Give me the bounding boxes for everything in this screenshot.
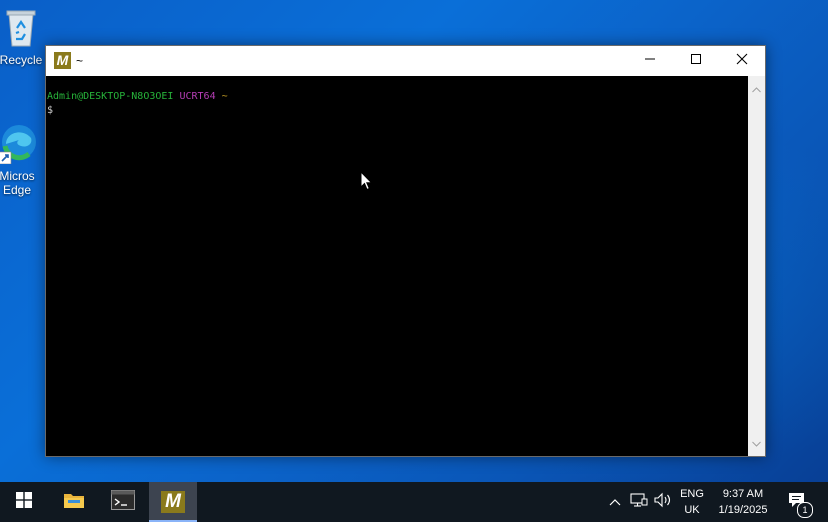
notification-count: 1	[802, 505, 808, 515]
scroll-down-arrow-icon[interactable]	[752, 434, 761, 452]
scroll-up-arrow-icon[interactable]	[752, 80, 761, 98]
msys2-terminal-window[interactable]: M ~ Admin@DESKTOP-N8O3OEI UCRT64 ~ $	[45, 45, 766, 457]
maximize-button[interactable]	[673, 46, 719, 76]
network-icon	[630, 492, 648, 513]
volume-button[interactable]	[653, 482, 673, 522]
clock-date: 1/19/2025	[718, 504, 768, 516]
taskbar: M ENG UK 9:37 AM 1/19/2025	[0, 482, 828, 522]
close-icon	[736, 52, 748, 70]
terminal-area[interactable]: Admin@DESKTOP-N8O3OEI UCRT64 ~ $	[46, 76, 748, 456]
window-titlebar[interactable]: M ~	[46, 46, 765, 76]
taskbar-file-explorer[interactable]	[50, 482, 98, 522]
prompt-user-host: Admin@DESKTOP-N8O3OEI	[47, 91, 174, 102]
input-language-button[interactable]: ENG UK	[677, 486, 707, 518]
mouse-pointer-icon	[360, 170, 374, 196]
prompt-env: UCRT64	[179, 91, 216, 102]
vertical-scrollbar[interactable]	[748, 76, 765, 456]
close-button[interactable]	[719, 46, 765, 76]
show-hidden-icons-button[interactable]	[606, 482, 624, 522]
terminal-icon	[111, 489, 135, 515]
clock-button[interactable]: 9:37 AM 1/19/2025	[712, 486, 774, 518]
language-code: ENG	[680, 488, 704, 500]
language-region: UK	[684, 504, 700, 516]
prompt-path: ~	[221, 91, 228, 102]
maximize-icon	[690, 52, 702, 70]
file-explorer-icon	[63, 491, 85, 514]
prompt-line: Admin@DESKTOP-N8O3OEI UCRT64 ~	[47, 90, 228, 104]
desktop-icon-label: Micros Edge	[0, 169, 35, 197]
notification-count-badge: 1	[797, 502, 813, 518]
network-button[interactable]	[629, 482, 649, 522]
speaker-icon	[654, 492, 672, 513]
window-title: ~	[76, 54, 84, 68]
msys2-icon: M	[161, 491, 185, 513]
prompt-input-line[interactable]: $	[47, 104, 53, 118]
taskbar-msys2-active[interactable]: M	[149, 482, 197, 522]
chevron-up-icon	[609, 493, 621, 511]
prompt-dollar: $	[47, 105, 54, 116]
clock-time: 9:37 AM	[722, 488, 764, 500]
windows-start-icon	[16, 491, 32, 513]
msys2-app-icon[interactable]: M	[54, 52, 71, 69]
taskbar-terminal[interactable]	[99, 482, 147, 522]
minimize-icon	[644, 52, 656, 70]
start-button[interactable]	[0, 482, 48, 522]
minimize-button[interactable]	[627, 46, 673, 76]
